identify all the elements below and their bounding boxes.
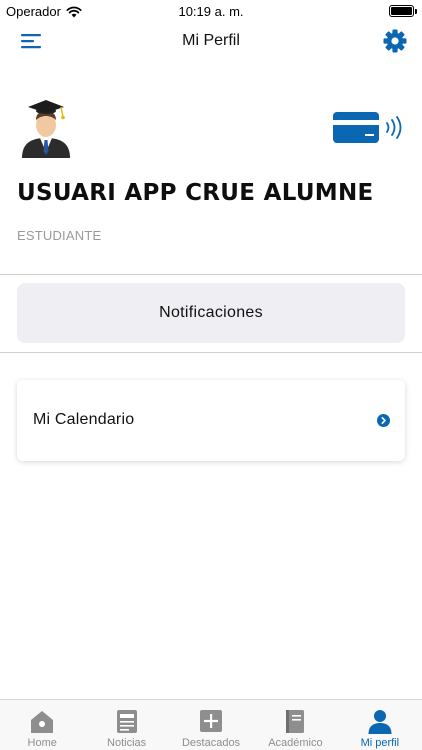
chevron-right-circle-icon [377,414,390,427]
user-name: USUARI APP CRUE ALUMNE [17,180,374,206]
gear-icon [383,29,407,53]
tab-mi-perfil[interactable]: Mi perfil [338,700,422,750]
divider [0,274,422,275]
book-icon [286,710,305,733]
calendar-label: Mi Calendario [33,411,135,428]
tab-label: Académico [268,737,323,749]
contactless-card-icon[interactable] [332,110,408,146]
status-bar: Operador 10:19 a. m. [0,0,422,22]
tab-label: Noticias [107,737,147,749]
calendar-card[interactable]: Mi Calendario [17,380,405,461]
tab-noticias[interactable]: Noticias [84,700,168,750]
battery-icon [389,5,417,17]
home-icon [31,711,54,733]
plus-square-icon [200,710,223,732]
tab-label: Destacados [181,737,241,749]
tab-destacados[interactable]: Destacados [169,700,253,750]
person-icon [368,710,392,734]
tab-academico[interactable]: Académico [253,700,337,750]
tab-label: Home [27,737,57,749]
page-title: Mi Perfil [182,32,240,49]
notifications-button[interactable]: Notificaciones [17,283,405,343]
tab-bar: Home Noticias Destacados Académico Mi pe… [0,699,422,750]
tab-label: Mi perfil [360,737,400,749]
newspaper-icon [116,710,137,733]
graduate-avatar-icon [22,100,70,158]
status-time: 10:19 a. m. [178,4,244,19]
user-role: ESTUDIANTE [17,228,102,243]
tab-home[interactable]: Home [0,700,84,750]
navigation-bar: Mi Perfil [0,22,422,62]
divider [0,352,422,353]
settings-button[interactable] [382,28,408,54]
